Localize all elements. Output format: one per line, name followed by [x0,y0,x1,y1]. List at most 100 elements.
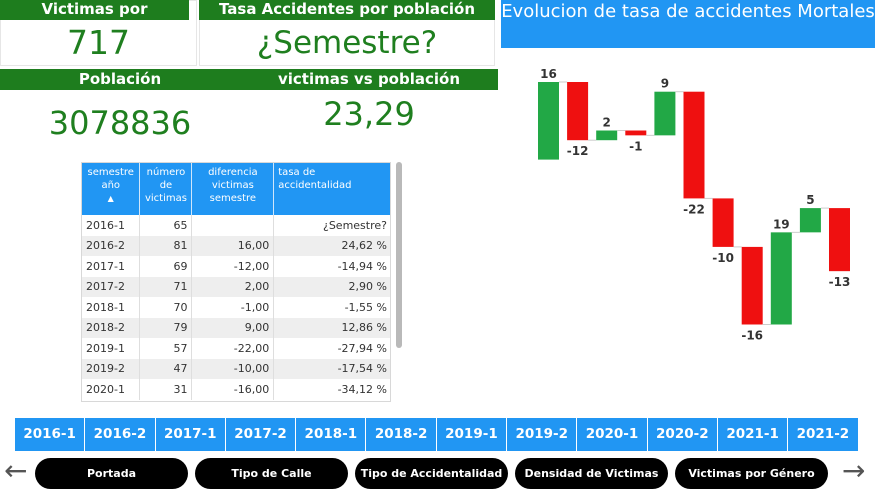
semester-button-2020-1[interactable]: 2020-1 [577,418,648,451]
victimas-semestre-title: Victimas por semestre [0,0,189,37]
cell-tasa: -34,12 % [273,379,390,400]
chart-title: Evolucion de tasa de accidentes Mortales [501,0,875,48]
header-diferencia[interactable]: diferencia victimas semestre [191,163,275,215]
semester-button-2019-2[interactable]: 2019-2 [507,418,578,451]
table-row[interactable]: 2016-2 81 16,00 24,62 % [82,235,390,256]
cell-diferencia: -10,00 [191,358,275,379]
waterfall-bar-2020-1[interactable] [741,246,763,325]
waterfall-label-2019-2: -10 [712,251,734,265]
table-row[interactable]: 2017-2 71 2,00 2,90 % [82,276,390,297]
cell-semestre: 2018-2 [82,317,141,338]
nav-victimas-genero-button[interactable]: Victimas por Género [675,458,828,489]
table-row[interactable]: 2018-1 70 -1,00 -1,55 % [82,297,390,318]
victimas-vs-poblacion-value: 23,29 [323,95,415,133]
cell-tasa: ¿Semestre? [273,215,390,236]
cell-semestre: 2017-1 [82,256,141,277]
cell-numero-victimas: 79 [139,317,193,338]
semester-button-2021-2[interactable]: 2021-2 [788,418,859,451]
cell-tasa: 2,90 % [273,276,390,297]
cell-diferencia: -16,00 [191,379,275,400]
waterfall-label-2017-1: -12 [567,144,589,158]
cell-numero-victimas: 70 [139,297,193,318]
cell-semestre: 2018-1 [82,297,141,318]
waterfall-label-2020-1: -16 [741,329,763,343]
waterfall-label-2017-2: 2 [603,116,611,130]
cell-tasa: -17,54 % [273,358,390,379]
cell-semestre: 2019-2 [82,358,141,379]
nav-densidad-victimas-button[interactable]: Densidad de Victimas [515,458,668,489]
semester-button-2016-1[interactable]: 2016-1 [15,418,86,451]
cell-semestre: 2020-1 [82,379,141,400]
waterfall-bar-2021-1[interactable] [799,208,821,233]
victimas-table: semestre año ▲ número de victimas difere… [81,162,391,402]
waterfall-bar-2021-2[interactable] [829,208,850,272]
waterfall-label-2020-2: 19 [773,217,790,231]
tasa-poblacion-title: Tasa Accidentes por población [199,0,495,20]
cell-tasa: 24,62 % [273,235,390,256]
waterfall-chart: 16 -12 2 -1 9 -22 -10 -16 19 5 -13 [538,67,850,343]
victimas-semestre-value: 717 [67,23,130,62]
victimas-vs-poblacion-title: victimas vs población [240,69,498,90]
cell-diferencia: -22,00 [191,338,275,359]
waterfall-label-2018-1: -1 [629,139,642,153]
table-row[interactable]: 2018-2 79 9,00 12,86 % [82,317,390,338]
header-tasa[interactable]: tasa de accidentalidad [273,163,390,215]
header-semestre[interactable]: semestre año ▲ [82,163,141,215]
poblacion-value: 3078836 [48,104,192,142]
arrow-right-icon[interactable]: → [842,455,865,487]
waterfall-bar-2016-2[interactable] [538,82,559,160]
semester-button-2018-2[interactable]: 2018-2 [366,418,437,451]
semester-button-2018-1[interactable]: 2018-1 [296,418,367,451]
cell-diferencia: -12,00 [191,256,275,277]
cell-semestre: 2016-2 [82,235,141,256]
semester-button-2019-1[interactable]: 2019-1 [436,418,508,451]
waterfall-bar-2017-1[interactable] [567,82,589,141]
waterfall-label-2018-2: 9 [661,77,669,91]
cell-numero-victimas: 69 [139,256,193,277]
semester-button-2017-1[interactable]: 2017-1 [155,418,226,451]
cell-tasa: -1,55 % [273,297,390,318]
poblacion-title: Población [0,69,240,90]
cell-tasa: -27,94 % [273,338,390,359]
waterfall-bar-2018-2[interactable] [654,91,676,136]
header-numero-victimas[interactable]: número de victimas [139,163,193,215]
nav-tipo-calle-button[interactable]: Tipo de Calle [195,458,348,489]
cell-numero-victimas: 71 [139,276,193,297]
waterfall-bar-2019-2[interactable] [712,198,734,247]
table-row[interactable]: 2019-2 47 -10,00 -17,54 % [82,358,390,379]
waterfall-label-2019-1: -22 [683,202,705,216]
waterfall-bar-2017-2[interactable] [596,130,618,141]
nav-tipo-accidentalidad-button[interactable]: Tipo de Accidentalidad [355,458,508,489]
cell-diferencia: 16,00 [191,235,275,256]
waterfall-label-2021-1: 5 [806,193,814,207]
table-row[interactable]: 2016-1 65 ¿Semestre? [82,215,390,236]
nav-portada-button[interactable]: Portada [35,458,188,489]
cell-semestre: 2019-1 [82,338,141,359]
table-row[interactable]: 2017-1 69 -12,00 -14,94 % [82,256,390,277]
semester-button-2016-2[interactable]: 2016-2 [85,418,156,451]
table-row[interactable]: 2020-1 31 -16,00 -34,12 % [82,379,390,400]
semester-button-2021-1[interactable]: 2021-1 [717,418,789,451]
waterfall-bar-2019-1[interactable] [683,91,705,199]
table-row[interactable]: 2019-1 57 -22,00 -27,94 % [82,338,390,359]
cell-semestre: 2016-1 [82,215,141,236]
cell-diferencia [191,215,275,236]
cell-diferencia: 9,00 [191,317,275,338]
table-scrollbar[interactable] [396,162,402,348]
semester-button-2020-2[interactable]: 2020-2 [647,418,718,451]
semester-slicer: 2016-1 2016-2 2017-1 2017-2 2018-1 2018-2 2019… [15,418,859,451]
cell-semestre: 2017-2 [82,276,141,297]
arrow-left-icon[interactable]: ← [4,455,27,487]
cell-numero-victimas: 57 [139,338,193,359]
sort-asc-icon[interactable]: ▲ [108,194,114,203]
cell-numero-victimas: 81 [139,235,193,256]
cell-numero-victimas: 47 [139,358,193,379]
waterfall-bar-2018-1[interactable] [625,130,647,136]
cell-numero-victimas: 31 [139,379,193,400]
waterfall-bar-2020-2[interactable] [770,232,792,325]
semester-button-2017-2[interactable]: 2017-2 [225,418,297,451]
cell-numero-victimas: 65 [139,215,193,236]
cell-diferencia: -1,00 [191,297,275,318]
cell-tasa: -14,94 % [273,256,390,277]
waterfall-label-2016-2: 16 [540,67,557,81]
